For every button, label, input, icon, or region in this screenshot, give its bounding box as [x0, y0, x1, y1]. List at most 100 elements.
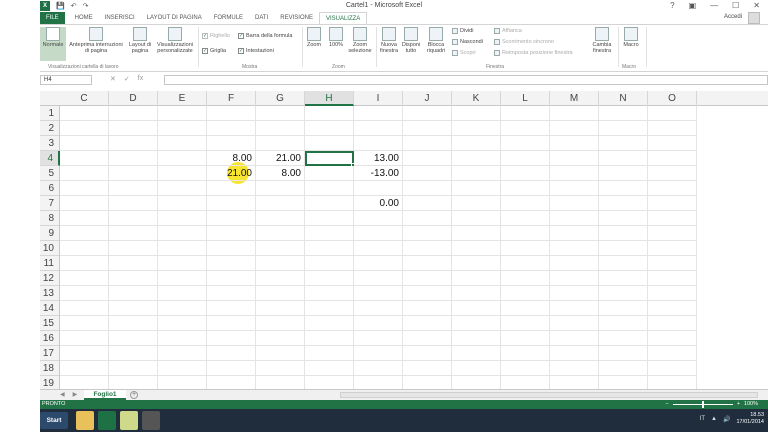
- cell-n5[interactable]: [599, 166, 648, 181]
- cell-m2[interactable]: [550, 121, 599, 136]
- macro-button[interactable]: Macro: [620, 27, 642, 48]
- cell-f12[interactable]: [207, 271, 256, 286]
- cell-o14[interactable]: [648, 301, 697, 316]
- cell-i7[interactable]: 0.00: [354, 196, 403, 211]
- cell-f16[interactable]: [207, 331, 256, 346]
- cell-g7[interactable]: [256, 196, 305, 211]
- cell-g15[interactable]: [256, 316, 305, 331]
- column-header-h[interactable]: H: [305, 91, 354, 106]
- cell-j11[interactable]: [403, 256, 452, 271]
- cell-o15[interactable]: [648, 316, 697, 331]
- cell-d3[interactable]: [109, 136, 158, 151]
- file-explorer-icon[interactable]: [76, 411, 94, 430]
- arrange-all-button[interactable]: Disponi tutto: [400, 27, 422, 54]
- cell-m7[interactable]: [550, 196, 599, 211]
- cell-j18[interactable]: [403, 361, 452, 376]
- cell-l15[interactable]: [501, 316, 550, 331]
- cell-h10[interactable]: [305, 241, 354, 256]
- switch-windows-button[interactable]: Cambia finestra: [588, 27, 616, 54]
- cell-h19[interactable]: [305, 376, 354, 389]
- cell-j15[interactable]: [403, 316, 452, 331]
- cell-g18[interactable]: [256, 361, 305, 376]
- formula-input[interactable]: [164, 75, 768, 85]
- cell-d5[interactable]: [109, 166, 158, 181]
- cell-m15[interactable]: [550, 316, 599, 331]
- cell-j8[interactable]: [403, 211, 452, 226]
- cell-e19[interactable]: [158, 376, 207, 389]
- new-window-button[interactable]: Nuova finestra: [378, 27, 400, 54]
- cell-i19[interactable]: [354, 376, 403, 389]
- zoom-slider[interactable]: [672, 400, 733, 408]
- cell-d12[interactable]: [109, 271, 158, 286]
- cell-d16[interactable]: [109, 331, 158, 346]
- cell-d10[interactable]: [109, 241, 158, 256]
- column-header-i[interactable]: I: [354, 91, 403, 106]
- cell-o6[interactable]: [648, 181, 697, 196]
- cell-k16[interactable]: [452, 331, 501, 346]
- cell-g3[interactable]: [256, 136, 305, 151]
- cell-n2[interactable]: [599, 121, 648, 136]
- zoom-slider-knob[interactable]: [701, 400, 704, 408]
- cell-i6[interactable]: [354, 181, 403, 196]
- avatar[interactable]: [748, 12, 760, 24]
- cell-c9[interactable]: [60, 226, 109, 241]
- cell-j17[interactable]: [403, 346, 452, 361]
- cell-o9[interactable]: [648, 226, 697, 241]
- cell-l14[interactable]: [501, 301, 550, 316]
- cell-f7[interactable]: [207, 196, 256, 211]
- column-header-n[interactable]: N: [599, 91, 648, 106]
- cell-h4[interactable]: [305, 151, 354, 166]
- cell-c6[interactable]: [60, 181, 109, 196]
- reset-position-button[interactable]: Reimposta posizione finestra: [494, 50, 573, 56]
- cell-j12[interactable]: [403, 271, 452, 286]
- cell-o12[interactable]: [648, 271, 697, 286]
- cell-l12[interactable]: [501, 271, 550, 286]
- cell-m4[interactable]: [550, 151, 599, 166]
- cell-j14[interactable]: [403, 301, 452, 316]
- zoom-100-button[interactable]: 100%: [326, 27, 346, 48]
- cell-n6[interactable]: [599, 181, 648, 196]
- next-sheet-icon[interactable]: ▶: [73, 391, 78, 398]
- cell-o13[interactable]: [648, 286, 697, 301]
- zoom-selection-button[interactable]: Zoom selezione: [346, 27, 374, 54]
- row-header-6[interactable]: 6: [40, 181, 60, 196]
- cell-h9[interactable]: [305, 226, 354, 241]
- cell-l9[interactable]: [501, 226, 550, 241]
- cell-e2[interactable]: [158, 121, 207, 136]
- cell-c5[interactable]: [60, 166, 109, 181]
- cell-o1[interactable]: [648, 106, 697, 121]
- cell-h14[interactable]: [305, 301, 354, 316]
- cell-i3[interactable]: [354, 136, 403, 151]
- cell-f2[interactable]: [207, 121, 256, 136]
- minimize-button[interactable]: —: [710, 1, 718, 10]
- cell-h18[interactable]: [305, 361, 354, 376]
- row-header-12[interactable]: 12: [40, 271, 60, 286]
- tab-layout-di-pagina[interactable]: LAYOUT DI PAGINA: [141, 12, 208, 24]
- cell-k2[interactable]: [452, 121, 501, 136]
- cell-d8[interactable]: [109, 211, 158, 226]
- cell-g8[interactable]: [256, 211, 305, 226]
- row-header-11[interactable]: 11: [40, 256, 60, 271]
- media-taskbar-icon[interactable]: [142, 411, 160, 430]
- cell-o4[interactable]: [648, 151, 697, 166]
- horizontal-scrollbar[interactable]: [340, 392, 758, 398]
- column-header-e[interactable]: E: [158, 91, 207, 106]
- cell-d13[interactable]: [109, 286, 158, 301]
- cell-e13[interactable]: [158, 286, 207, 301]
- cell-g16[interactable]: [256, 331, 305, 346]
- cell-e5[interactable]: [158, 166, 207, 181]
- cell-k14[interactable]: [452, 301, 501, 316]
- zoom-out-icon[interactable]: −: [665, 401, 668, 407]
- cell-m5[interactable]: [550, 166, 599, 181]
- cell-c14[interactable]: [60, 301, 109, 316]
- cell-c2[interactable]: [60, 121, 109, 136]
- cell-o10[interactable]: [648, 241, 697, 256]
- cell-f17[interactable]: [207, 346, 256, 361]
- cell-i1[interactable]: [354, 106, 403, 121]
- cell-i15[interactable]: [354, 316, 403, 331]
- cell-k10[interactable]: [452, 241, 501, 256]
- cell-l13[interactable]: [501, 286, 550, 301]
- cell-m18[interactable]: [550, 361, 599, 376]
- cell-i4[interactable]: 13.00: [354, 151, 403, 166]
- app-taskbar-icon[interactable]: [120, 411, 138, 430]
